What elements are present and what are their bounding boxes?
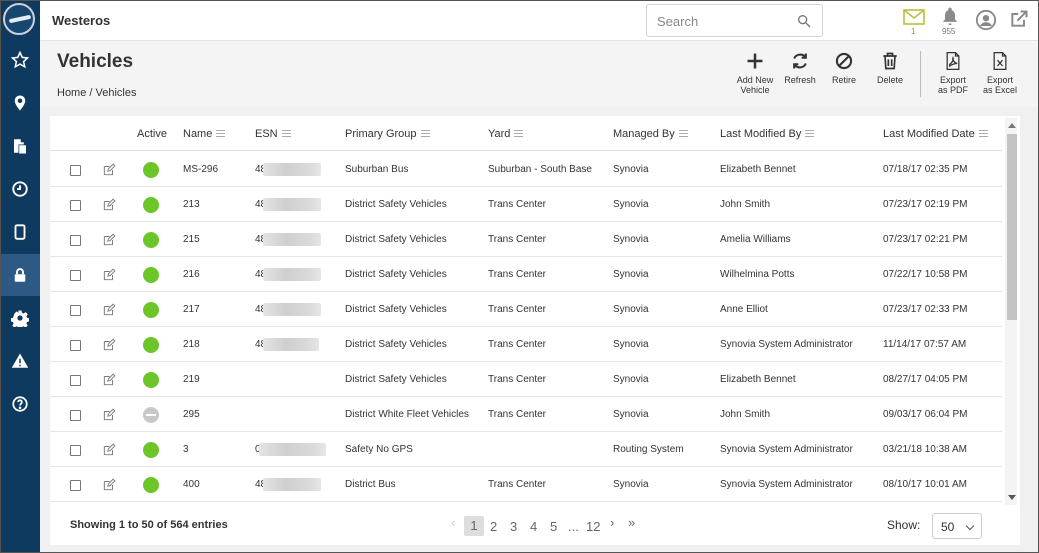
window-border — [0, 0, 1039, 553]
